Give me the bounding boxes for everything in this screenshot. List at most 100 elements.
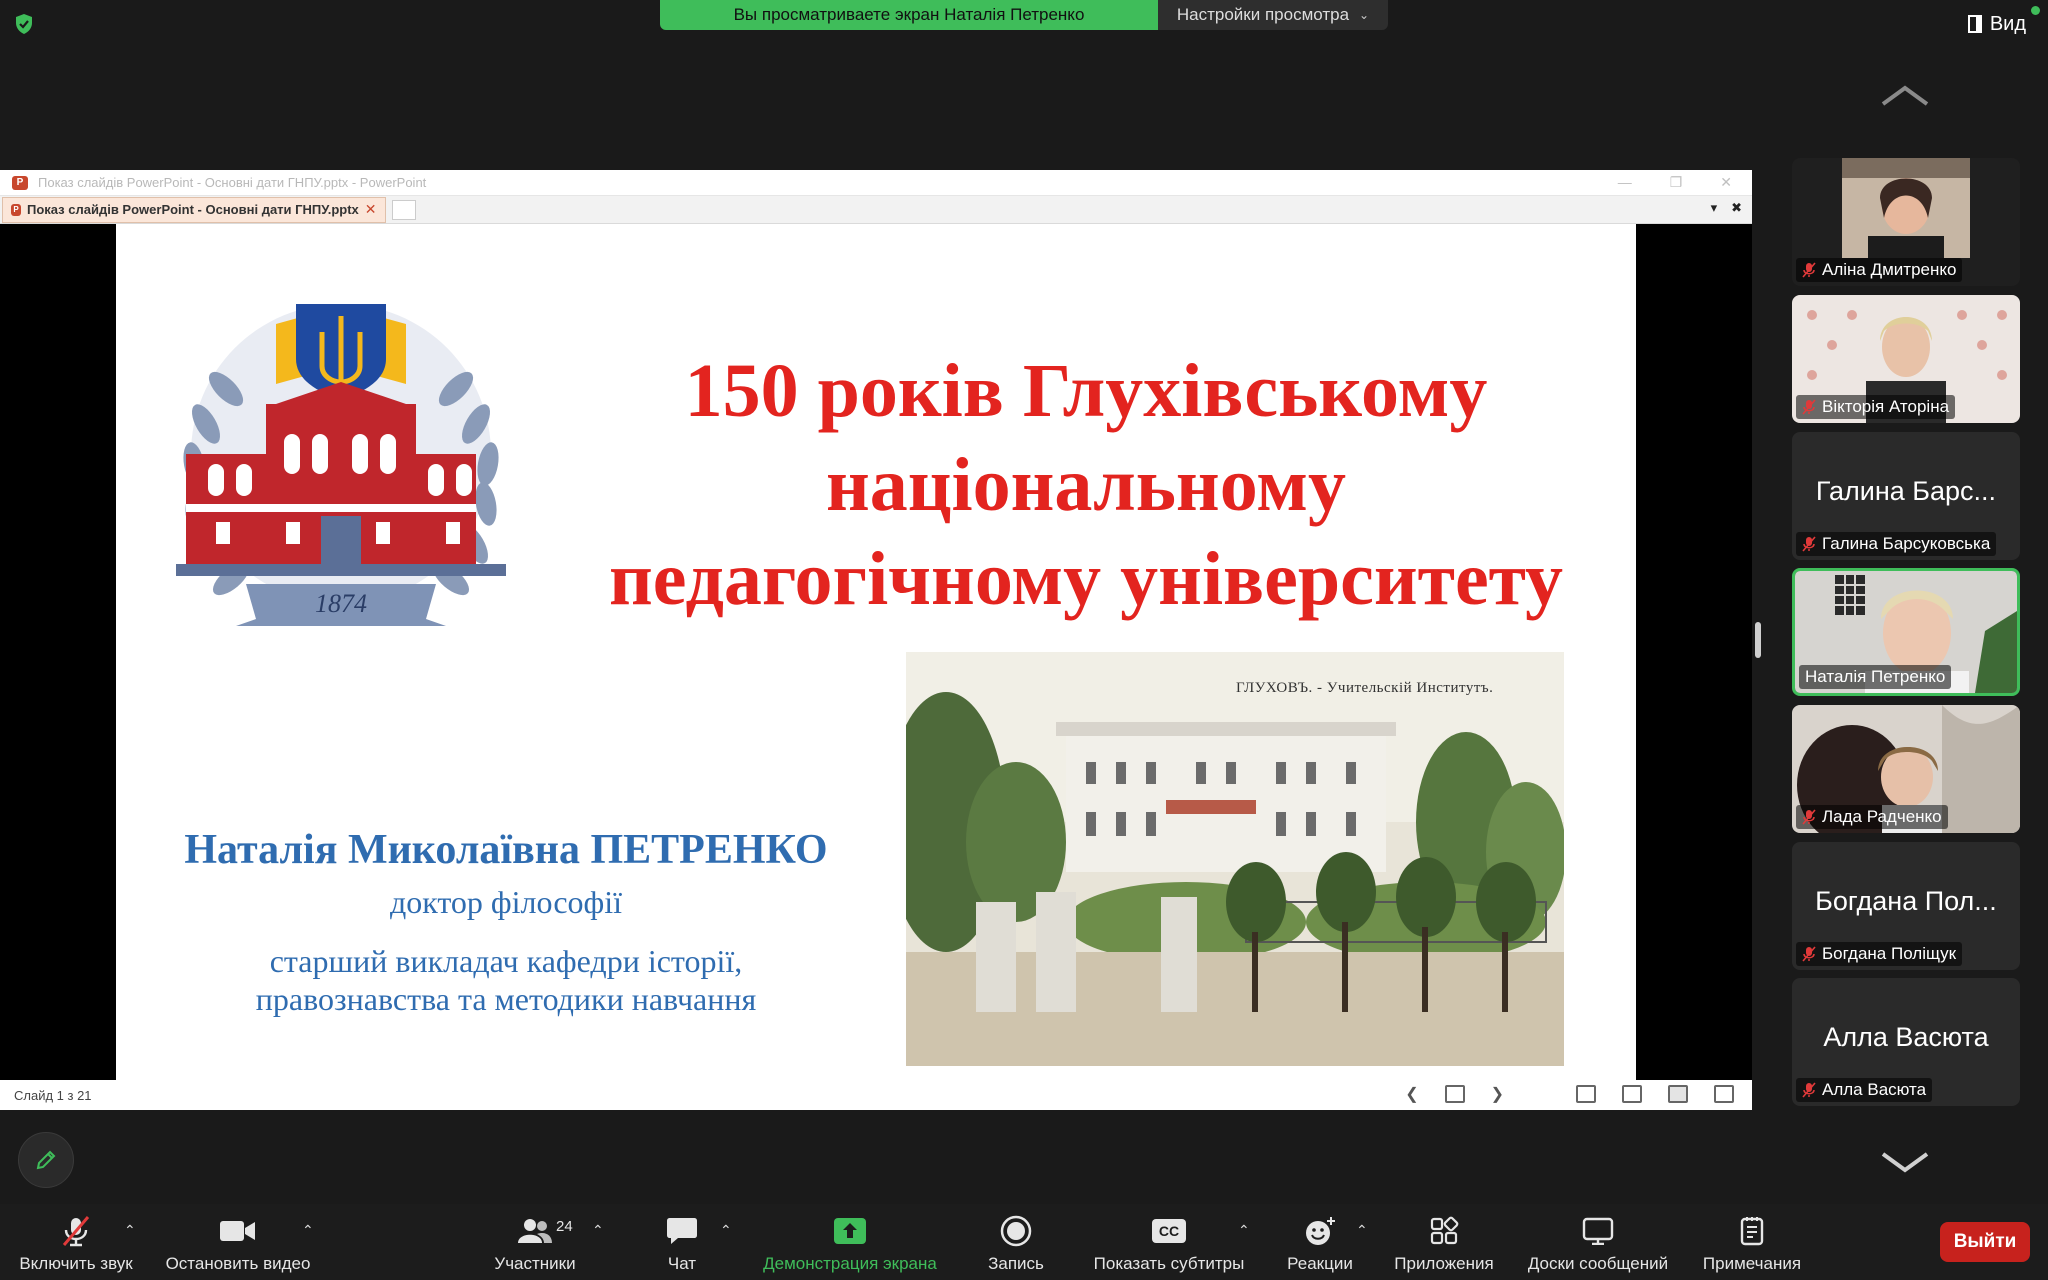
unmute-button[interactable]: Включить звук <box>14 1214 138 1274</box>
participant-name-tag: Алла Васюта <box>1796 1078 1933 1102</box>
whiteboards-label: Доски сообщений <box>1527 1254 1669 1273</box>
participant-tile[interactable]: Богдана Пол... Богдана Поліщук <box>1792 842 2020 970</box>
author-position-line-2: правознавства та методики навчання <box>255 981 757 1017</box>
share-screen-label: Демонстрация экрана <box>763 1254 937 1273</box>
author-degree: доктор філософії <box>389 884 623 920</box>
participant-name-tag: Лада Радченко <box>1796 805 1948 829</box>
chat-bubble-icon <box>667 1218 697 1244</box>
tab-close-icon[interactable]: ✕ <box>365 201 377 218</box>
restore-icon[interactable]: ❐ <box>1670 174 1683 191</box>
apps-button[interactable]: Приложения <box>1392 1214 1496 1274</box>
participant-tile[interactable]: Алла Васюта Алла Васюта <box>1792 978 2020 1106</box>
participant-tile[interactable]: Вікторія Аторіна <box>1792 295 2020 423</box>
share-screen-button[interactable]: Демонстрация экрана <box>756 1214 944 1274</box>
statusbar-controls: ❮ ❯ <box>1405 1084 1734 1104</box>
slide-title-line-1: 150 років Глухівському <box>684 349 1488 433</box>
author-position: старший викладач кафедри історії, правоз… <box>116 942 896 1018</box>
minimize-icon[interactable]: — <box>1618 174 1632 191</box>
slide-sorter-icon[interactable] <box>1622 1085 1642 1103</box>
view-options-button[interactable]: Настройки просмотра ⌄ <box>1158 0 1388 30</box>
slideshow-view-icon[interactable] <box>1714 1085 1734 1103</box>
status-dot <box>2031 6 2040 15</box>
next-slide-icon[interactable]: ❯ <box>1491 1084 1504 1104</box>
scroll-up-chevron-icon[interactable] <box>1880 82 1930 108</box>
leave-meeting-button[interactable]: Выйти <box>1940 1222 2030 1262</box>
participant-name-tag: Галина Барсуковська <box>1796 532 1997 556</box>
stop-video-button[interactable]: Остановить видео <box>162 1214 314 1274</box>
participant-name: Наталія Петренко <box>1805 667 1946 686</box>
slide: 1874 150 років Глухівському національном… <box>116 224 1636 1080</box>
leave-label: Выйти <box>1953 1231 2017 1252</box>
close-icon[interactable]: ✕ <box>1720 174 1732 191</box>
chevron-down-icon: ⌄ <box>1359 8 1370 22</box>
participants-button[interactable]: 24 Участники <box>490 1214 580 1274</box>
audio-options-caret-icon[interactable]: ⌃ <box>124 1222 136 1239</box>
participant-tile[interactable]: Аліна Дмитренко <box>1792 158 2020 286</box>
dropdown-icon[interactable]: ▾ <box>1711 200 1718 216</box>
participant-name: Аліна Дмитренко <box>1822 260 1957 279</box>
captions-label: Показать субтитры <box>1093 1254 1245 1273</box>
chat-label: Чат <box>667 1254 697 1273</box>
powerpoint-statusbar: Слайд 1 з 21 ❮ ❯ <box>0 1080 1752 1110</box>
participants-caret-icon[interactable]: ⌃ <box>592 1222 604 1239</box>
whiteboards-button[interactable]: Доски сообщений <box>1520 1214 1676 1274</box>
participant-name: Вікторія Аторіна <box>1822 397 1950 416</box>
split-handle[interactable] <box>1755 622 1761 658</box>
unmute-label: Включить звук <box>19 1254 133 1273</box>
chat-button[interactable]: Чат <box>660 1214 704 1274</box>
tab-slideshow[interactable]: P Показ слайдів PowerPoint - Основні дат… <box>2 196 386 223</box>
shared-screen-window: P Показ слайдів PowerPoint - Основні дат… <box>0 170 1752 1110</box>
mic-muted-icon <box>1802 946 1816 962</box>
author-name: Наталія Миколаївна ПЕТРЕНКО <box>184 827 828 873</box>
window-controls: — ❐ ✕ <box>1618 174 1732 191</box>
stop-video-label: Остановить видео <box>165 1254 311 1273</box>
video-options-caret-icon[interactable]: ⌃ <box>302 1222 314 1239</box>
participant-video <box>1842 158 1970 258</box>
annotate-button[interactable] <box>18 1132 74 1188</box>
captions-caret-icon[interactable]: ⌃ <box>1238 1222 1250 1239</box>
record-label: Запись <box>988 1254 1044 1273</box>
notes-icon <box>1740 1217 1764 1246</box>
reactions-caret-icon[interactable]: ⌃ <box>1356 1222 1368 1239</box>
university-logo: 1874 <box>176 304 506 626</box>
mic-muted-icon <box>1802 809 1816 825</box>
slide-title-line-2: національному <box>825 443 1347 527</box>
participant-tile-active-speaker[interactable]: Наталія Петренко <box>1792 568 2020 696</box>
scroll-down-chevron-icon[interactable] <box>1880 1150 1930 1176</box>
slide-menu-icon[interactable] <box>1444 1085 1465 1103</box>
notes-button[interactable]: Примечания <box>1698 1214 1806 1274</box>
captions-button[interactable]: CC Показать субтитры <box>1088 1214 1250 1274</box>
apps-label: Приложения <box>1394 1254 1494 1273</box>
previous-slide-icon[interactable]: ❮ <box>1405 1084 1418 1104</box>
whiteboard-icon <box>1582 1217 1614 1245</box>
reading-view-icon[interactable] <box>1668 1085 1688 1103</box>
mic-muted-icon <box>1802 262 1816 278</box>
reactions-smile-icon <box>1306 1217 1335 1245</box>
reactions-button[interactable]: Реакции <box>1284 1214 1356 1274</box>
video-camera-icon <box>220 1221 255 1241</box>
mic-muted-icon <box>62 1216 90 1247</box>
view-button-label: Вид <box>1989 12 2026 35</box>
photo-caption: ГЛУХОВЪ. - Учительскiй Институтъ. <box>1236 680 1494 696</box>
reactions-label: Реакции <box>1287 1254 1353 1273</box>
zoom-meeting-window: Вы просматриваете экран Наталія Петренко… <box>0 0 2048 1280</box>
slide-area: 1874 150 років Глухівському національном… <box>0 224 1752 1080</box>
view-button[interactable]: Вид <box>1967 10 2026 38</box>
participant-tile[interactable]: Галина Барс... Галина Барсуковська <box>1792 432 2020 560</box>
participant-name: Галина Барсуковська <box>1822 534 1991 553</box>
security-shield-icon[interactable] <box>12 12 36 36</box>
participant-name: Алла Васюта <box>1822 1080 1927 1099</box>
participant-tile[interactable]: Лада Радченко <box>1792 705 2020 833</box>
slide-counter: Слайд 1 з 21 <box>14 1087 92 1103</box>
participants-icon <box>518 1219 552 1243</box>
share-banner-text: Вы просматриваете экран Наталія Петренко <box>733 5 1085 24</box>
tab-label: Показ слайдів PowerPoint - Основні дати … <box>27 202 359 217</box>
normal-view-icon[interactable] <box>1576 1085 1596 1103</box>
record-button[interactable]: Запись <box>984 1214 1048 1274</box>
close-icon[interactable]: ✖ <box>1731 200 1742 216</box>
apps-icon <box>1430 1216 1459 1245</box>
new-tab-button[interactable] <box>391 199 416 220</box>
chat-caret-icon[interactable]: ⌃ <box>720 1222 732 1239</box>
participant-name: Богдана Поліщук <box>1822 944 1957 963</box>
closed-captions-icon: CC <box>1152 1219 1186 1243</box>
